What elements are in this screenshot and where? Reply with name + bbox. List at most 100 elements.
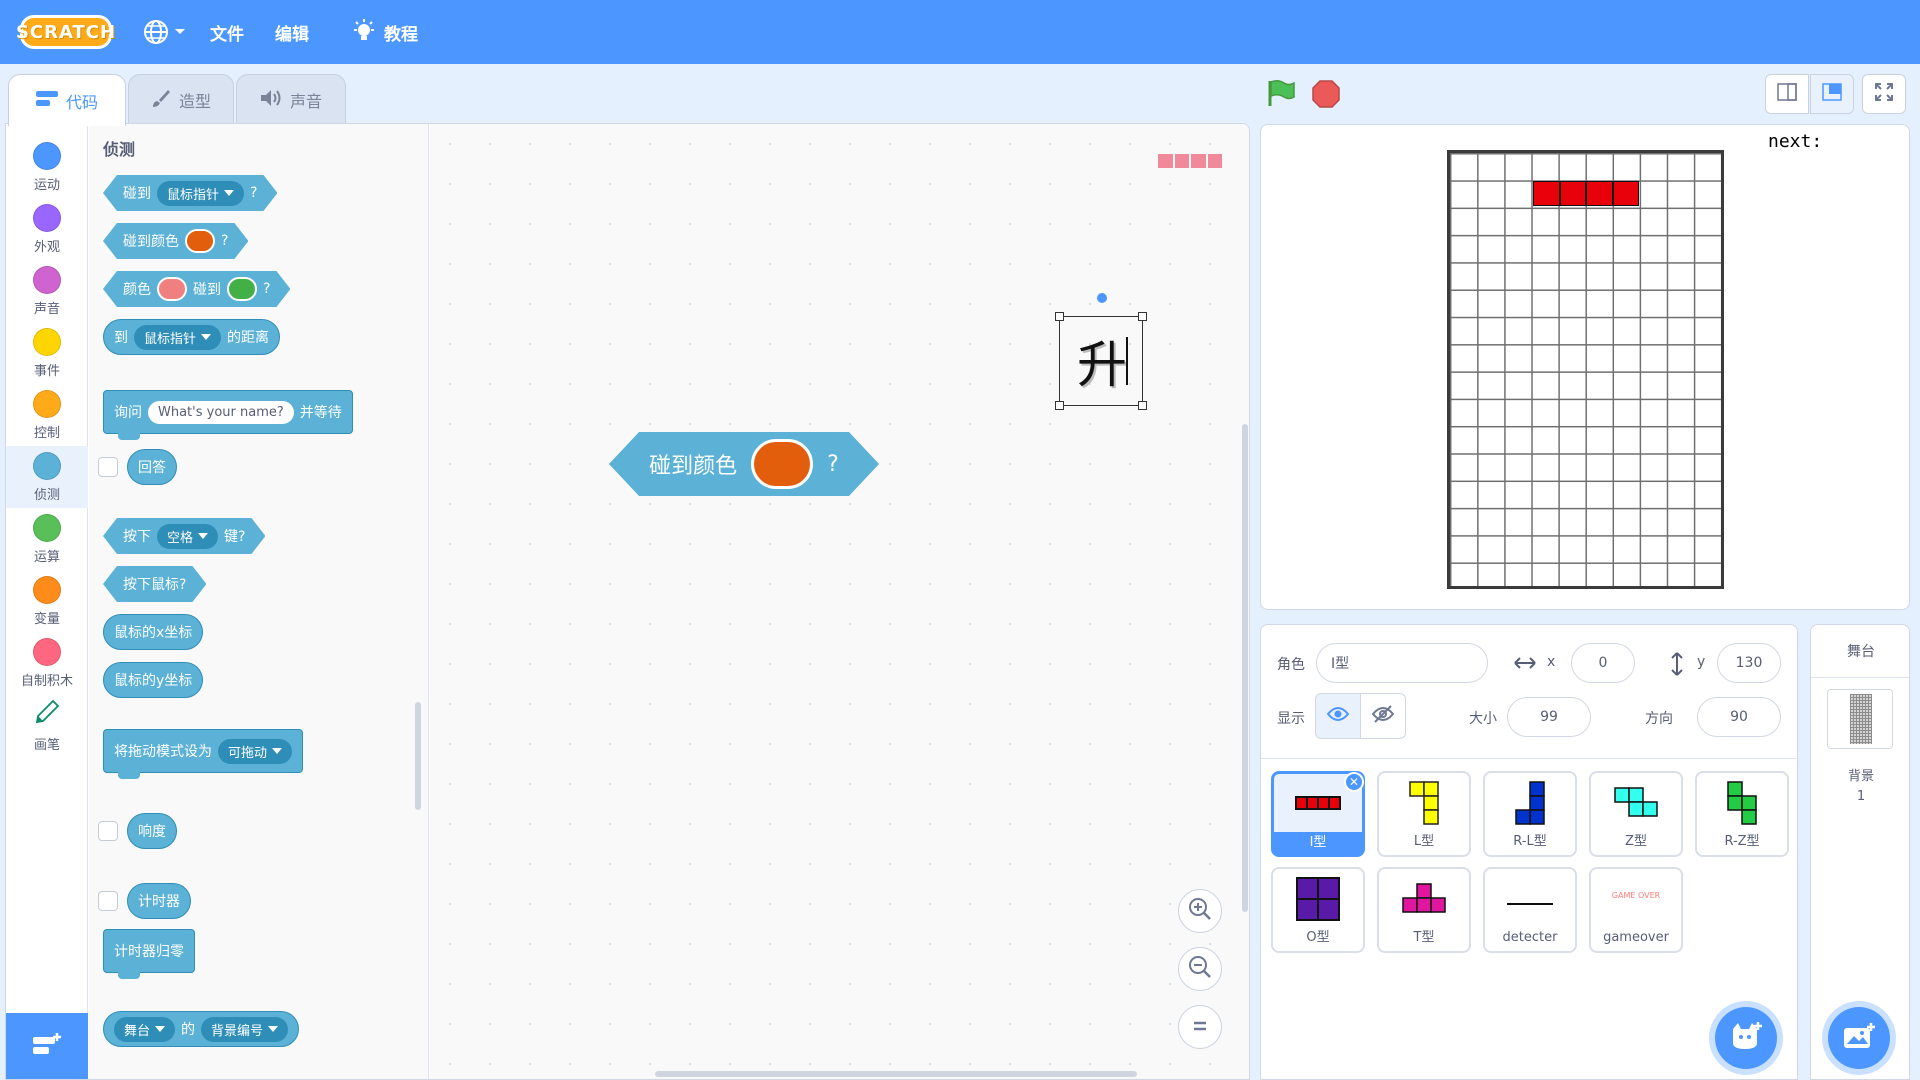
of-attribute-dropdown[interactable]: 背景编号 (201, 1016, 289, 1042)
fullscreen-button[interactable] (1862, 74, 1906, 114)
category-sensing[interactable]: 侦测 (6, 446, 88, 508)
stop-button[interactable] (1312, 80, 1340, 112)
add-extension-button[interactable] (6, 1013, 88, 1079)
choose-sprite-button[interactable] (1715, 1007, 1777, 1069)
delete-sprite-icon[interactable]: ✕ (1344, 772, 1364, 792)
sprite-info-pane: 角色 I型 x 0 y 130 显示 大小 99 方向 90 I型 ✕ L型 R… (1260, 624, 1799, 1080)
stage-canvas[interactable]: next: (1260, 124, 1910, 610)
block-of-attribute[interactable]: 舞台 的 背景编号 (103, 1011, 300, 1047)
sprite-tile-r-l[interactable]: R-L型 (1483, 771, 1577, 857)
small-stage-button[interactable] (1765, 74, 1809, 114)
color-swatch[interactable] (751, 439, 814, 489)
ask-input[interactable]: What's your name? (148, 400, 294, 424)
color-swatch[interactable] (185, 229, 215, 253)
touching-dropdown[interactable]: 鼠标指针 (157, 181, 244, 206)
sprite-thumbnail (1614, 787, 1658, 821)
category-control[interactable]: 控制 (6, 384, 88, 446)
block-mouse-down[interactable]: 按下鼠标? (103, 566, 206, 602)
green-flag-button[interactable] (1266, 78, 1296, 112)
category-sound[interactable]: 声音 (6, 260, 88, 322)
resize-handle[interactable] (1138, 312, 1147, 321)
key-dropdown[interactable]: 空格 (157, 524, 218, 549)
sprite-tile-o[interactable]: O型 (1271, 867, 1365, 953)
block-touching-color[interactable]: 碰到颜色 ? (103, 223, 248, 259)
direction-input[interactable]: 90 (1697, 697, 1781, 737)
edit-menu[interactable]: 编辑 (275, 0, 309, 64)
block-reset-timer[interactable]: 计时器归零 (103, 929, 195, 979)
size-input[interactable]: 99 (1507, 697, 1591, 737)
zoom-reset-button[interactable] (1178, 1005, 1222, 1049)
choose-backdrop-button[interactable] (1828, 1007, 1890, 1069)
category-variables[interactable]: 变量 (6, 570, 88, 632)
block-text: 计时器 (138, 894, 180, 910)
script-horizontal-scrollbar[interactable] (655, 1071, 1137, 1077)
tab-code[interactable]: 代码 (8, 74, 126, 126)
script-vertical-scrollbar[interactable] (1242, 424, 1248, 912)
resize-handle[interactable] (1055, 312, 1064, 321)
tab-costumes[interactable]: 造型 (128, 74, 234, 124)
timer-checkbox[interactable] (98, 891, 118, 911)
sprite-tile-z[interactable]: Z型 (1589, 771, 1683, 857)
block-loudness[interactable]: 响度 (127, 813, 177, 849)
category-pen[interactable]: 画笔 (6, 694, 88, 756)
category-events[interactable]: 事件 (6, 322, 88, 384)
block-color-touching-color[interactable]: 颜色 碰到 ? (103, 271, 290, 307)
stage-selector[interactable]: 舞台 背景 1 (1810, 624, 1911, 1080)
tab-sounds[interactable]: 声音 (236, 74, 346, 124)
color-swatch[interactable] (157, 277, 187, 301)
sprite-tile-t[interactable]: T型 (1377, 867, 1471, 953)
distance-dropdown[interactable]: 鼠标指针 (134, 324, 222, 350)
block-text: 的 (181, 1022, 196, 1038)
block-text: 到 (114, 330, 128, 346)
block-distance-to[interactable]: 到 鼠标指针 的距离 (103, 319, 281, 355)
category-looks[interactable]: 外观 (6, 198, 88, 260)
small-stage-icon (1777, 83, 1797, 105)
script-area[interactable]: 升 碰到颜色 ? (430, 124, 1249, 1079)
scratch-logo[interactable]: SCRATCH (16, 15, 115, 49)
of-target-dropdown[interactable]: 舞台 (114, 1016, 176, 1042)
x-input[interactable]: 0 (1571, 643, 1635, 683)
block-mouse-y[interactable]: 鼠标的y坐标 (103, 662, 204, 698)
answer-checkbox[interactable] (98, 457, 118, 477)
resize-handle[interactable] (1055, 401, 1064, 410)
file-menu[interactable]: 文件 (210, 0, 244, 64)
language-menu[interactable] (142, 0, 186, 64)
palette-scrollbar[interactable] (415, 702, 421, 810)
loudness-checkbox[interactable] (98, 821, 118, 841)
sprite-tile-gameover[interactable]: GAME OVER gameover (1589, 867, 1683, 953)
block-text: 询问 (114, 405, 142, 421)
block-touching[interactable]: 碰到 鼠标指针 ? (103, 175, 277, 211)
show-sprite-button[interactable] (1315, 693, 1361, 739)
zoom-in-button[interactable] (1178, 889, 1222, 933)
sprite-tile-l[interactable]: L型 (1377, 771, 1471, 857)
block-answer[interactable]: 回答 (127, 449, 177, 485)
dropdown-value: 舞台 (124, 1023, 151, 1039)
category-operators[interactable]: 运算 (6, 508, 88, 570)
script-block-touching-color[interactable]: 碰到颜色 ? (609, 432, 879, 496)
block-ask-and-wait[interactable]: 询问 What's your name? 并等待 (103, 390, 353, 440)
block-mouse-x[interactable]: 鼠标的x坐标 (103, 614, 204, 650)
hide-sprite-button[interactable] (1360, 693, 1406, 739)
block-timer[interactable]: 计时器 (127, 883, 191, 919)
code-editor: 运动 外观 声音 事件 控制 侦测 运算 变量 自制积木 画笔 侦测 碰到 鼠标… (5, 123, 1250, 1080)
rotation-handle[interactable] (1097, 293, 1107, 303)
large-stage-button[interactable] (1810, 74, 1854, 114)
sprite-tile-i[interactable]: I型 ✕ (1271, 771, 1365, 857)
block-set-drag-mode[interactable]: 将拖动模式设为 可拖动 (103, 729, 304, 779)
sprite-name-input[interactable]: I型 (1316, 643, 1488, 683)
drag-mode-dropdown[interactable]: 可拖动 (218, 738, 293, 764)
color-swatch[interactable] (227, 277, 257, 301)
block-key-pressed[interactable]: 按下 空格 键? (103, 518, 265, 554)
backdrop-thumbnail[interactable] (1827, 689, 1893, 749)
speaker-icon (260, 89, 282, 111)
y-input[interactable]: 130 (1717, 643, 1781, 683)
resize-handle[interactable] (1138, 401, 1147, 410)
tutorials-menu[interactable]: 教程 (352, 0, 418, 64)
tab-sounds-label: 声音 (289, 91, 322, 111)
sprite-tile-r-z[interactable]: R-Z型 (1695, 771, 1789, 857)
sprite-tile-detecter[interactable]: detecter (1483, 867, 1577, 953)
zoom-out-button[interactable] (1178, 947, 1222, 991)
category-my-blocks[interactable]: 自制积木 (6, 632, 88, 694)
category-motion[interactable]: 运动 (6, 136, 88, 198)
selected-text-object[interactable]: 升 (1055, 293, 1147, 410)
